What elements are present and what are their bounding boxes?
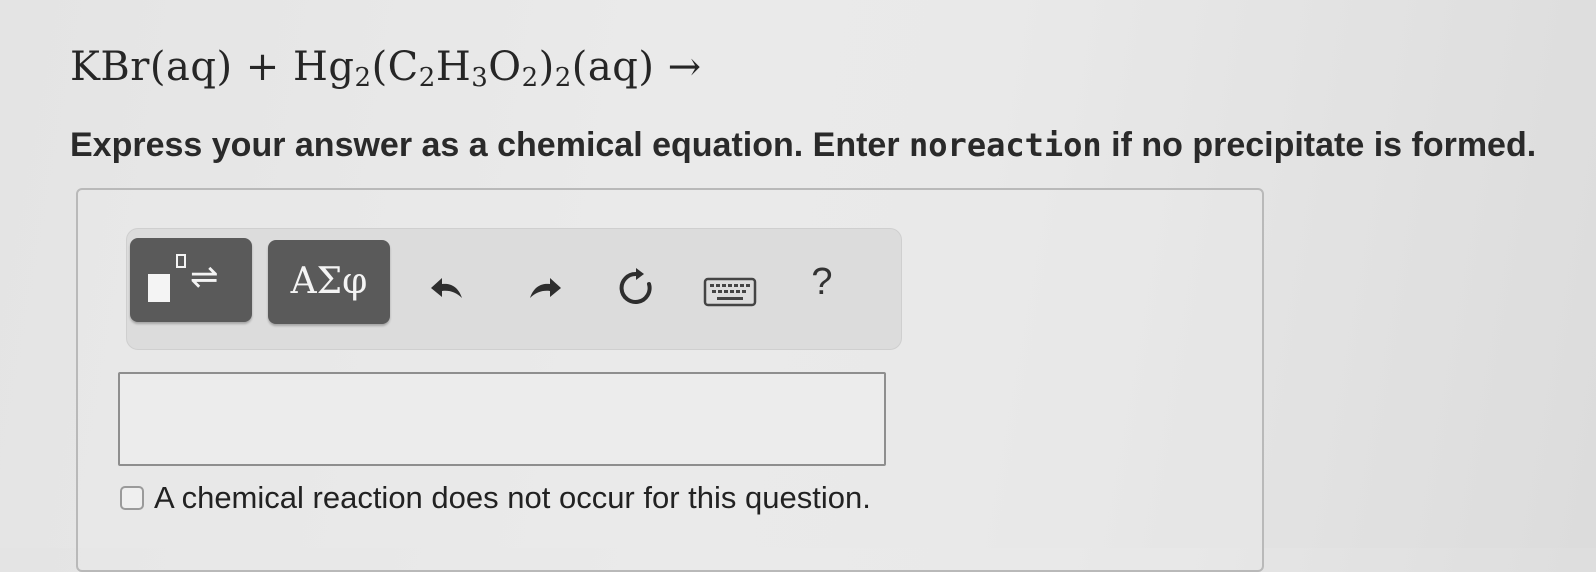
greek-symbols-button[interactable]: ΑΣφ	[268, 240, 390, 324]
help-button[interactable]: ?	[792, 252, 852, 312]
no-reaction-option[interactable]: A chemical reaction does not occur for t…	[120, 478, 871, 518]
reactant-mercury-acetate: Hg2(C2H3O2)2(aq)	[293, 44, 655, 93]
templates-button[interactable]: ⇌	[130, 238, 252, 322]
no-reaction-label[interactable]: A chemical reaction does not occur for t…	[154, 480, 871, 516]
undo-icon[interactable]	[418, 258, 478, 318]
reaction-arrow: →	[667, 44, 702, 90]
reactant-kbr: KBr(aq)	[70, 44, 233, 90]
keyboard-icon[interactable]	[700, 262, 760, 322]
chemical-equation: KBr(aq) + Hg2(C2H3O2)2(aq) →	[70, 44, 702, 93]
noreaction-keyword: noreaction	[909, 126, 1102, 164]
answer-input[interactable]	[118, 372, 886, 466]
redo-icon[interactable]	[514, 258, 574, 318]
template-box-icon	[148, 274, 170, 302]
reset-icon[interactable]	[606, 258, 666, 318]
no-reaction-checkbox[interactable]	[120, 486, 144, 510]
superscript-box-icon	[176, 254, 186, 268]
plus-sign: +	[245, 44, 280, 90]
equilibrium-arrows-icon: ⇌	[190, 257, 219, 297]
instruction-text: Express your answer as a chemical equati…	[70, 126, 1537, 164]
